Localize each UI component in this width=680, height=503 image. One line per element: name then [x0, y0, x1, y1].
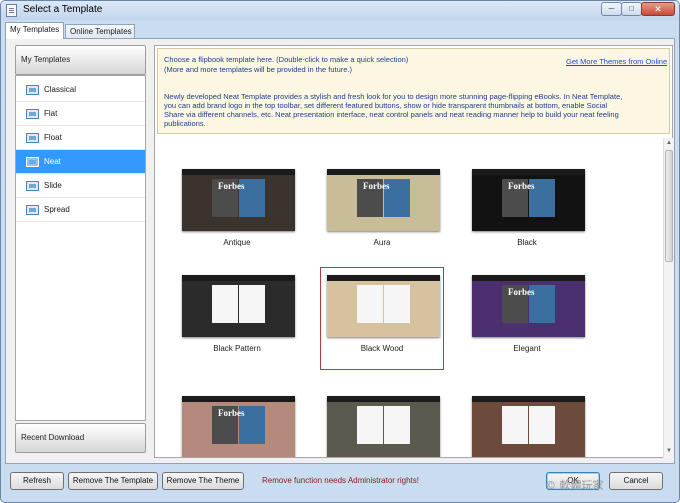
- preview-page: [502, 406, 528, 444]
- cover-title: Forbes: [218, 181, 245, 191]
- template-thumb-row3-3[interactable]: [465, 388, 589, 458]
- vertical-scrollbar[interactable]: ▲ ▼: [663, 138, 673, 458]
- remove-template-button[interactable]: Remove The Template: [68, 472, 158, 490]
- document-icon: [6, 4, 17, 17]
- preview-toolbar: [472, 169, 585, 175]
- info-desc-2: you can add brand logo in the top toolba…: [164, 101, 608, 110]
- template-preview: [327, 275, 440, 337]
- category-item-classical[interactable]: Classical: [16, 78, 145, 102]
- preview-page: [357, 285, 383, 323]
- cover-title: Forbes: [508, 287, 535, 297]
- info-box: Choose a flipbook template here. (Double…: [157, 48, 670, 134]
- template-preview: [472, 396, 585, 457]
- refresh-button[interactable]: Refresh: [10, 472, 64, 490]
- tab-panel: My Templates Classical Flat Float Neat S…: [5, 38, 675, 464]
- admin-rights-note: Remove function needs Administrator righ…: [262, 476, 419, 485]
- category-item-neat[interactable]: Neat: [16, 150, 145, 174]
- category-label: Classical: [44, 85, 77, 94]
- template-name: Antique: [223, 238, 251, 247]
- minimize-button[interactable]: ─: [601, 2, 622, 16]
- cover-title: Forbes: [363, 181, 390, 191]
- info-desc-1: Newly developed Neat Template provides a…: [164, 92, 623, 101]
- preview-toolbar: [472, 396, 585, 402]
- scroll-up-icon[interactable]: ▲: [665, 138, 673, 148]
- preview-toolbar: [182, 275, 295, 281]
- tab-my-templates[interactable]: My Templates: [5, 22, 64, 39]
- title-bar: Select a Template ─ □ ✕: [1, 1, 679, 20]
- category-panel: My Templates Classical Flat Float Neat S…: [15, 45, 147, 455]
- window-title: Select a Template: [23, 4, 103, 15]
- maximize-button[interactable]: □: [621, 2, 642, 16]
- template-thumb-black-pattern[interactable]: Black Pattern: [175, 267, 299, 370]
- template-name: Black: [517, 238, 537, 247]
- template-name: Black Pattern: [213, 344, 261, 353]
- preview-toolbar: [327, 275, 440, 281]
- info-desc-4: publications.: [164, 119, 206, 128]
- template-thumb-row3-1[interactable]: Forbes: [175, 388, 299, 458]
- template-preview: Forbes: [182, 169, 295, 231]
- template-preview: [182, 275, 295, 337]
- template-thumb-black[interactable]: Forbes Black: [465, 161, 589, 264]
- cover-title: Forbes: [508, 181, 535, 191]
- template-thumb-antique[interactable]: Forbes Antique: [175, 161, 299, 264]
- preview-toolbar: [182, 396, 295, 402]
- dialog-footer: Refresh Remove The Template Remove The T…: [5, 466, 675, 498]
- template-icon: [26, 157, 39, 167]
- template-content: Choose a flipbook template here. (Double…: [154, 45, 673, 458]
- preview-page: [212, 285, 238, 323]
- my-templates-header[interactable]: My Templates: [15, 45, 146, 75]
- template-name: Black Wood: [360, 344, 404, 353]
- category-label: Spread: [44, 205, 70, 214]
- template-name: Aura: [373, 238, 391, 247]
- category-item-flat[interactable]: Flat: [16, 102, 145, 126]
- preview-page: [239, 285, 265, 323]
- cover-title: Forbes: [218, 408, 245, 418]
- category-item-slide[interactable]: Slide: [16, 174, 145, 198]
- category-item-spread[interactable]: Spread: [16, 198, 145, 222]
- preview-page: [357, 406, 383, 444]
- cancel-button[interactable]: Cancel: [609, 472, 663, 490]
- template-preview: Forbes: [182, 396, 295, 457]
- template-thumb-aura[interactable]: Forbes Aura: [320, 161, 444, 264]
- info-line-1: Choose a flipbook template here. (Double…: [164, 55, 409, 64]
- info-line-2: (More and more templates will be provide…: [164, 65, 353, 74]
- template-name: Elegant: [513, 344, 541, 353]
- category-list: Classical Flat Float Neat Slide Spread: [15, 75, 146, 421]
- recent-download-button[interactable]: Recent Download: [15, 423, 146, 453]
- template-preview: Forbes: [472, 169, 585, 231]
- remove-theme-button[interactable]: Remove The Theme: [162, 472, 244, 490]
- get-more-themes-link[interactable]: Get More Themes from Online: [566, 57, 667, 66]
- select-template-window: Select a Template ─ □ ✕ My Templates Onl…: [0, 0, 680, 503]
- template-icon: [26, 85, 39, 95]
- preview-toolbar: [472, 275, 585, 281]
- preview-page: [384, 285, 410, 323]
- scroll-thumb[interactable]: [665, 150, 673, 262]
- template-thumb-black-wood[interactable]: Black Wood: [320, 267, 444, 370]
- close-button[interactable]: ✕: [641, 2, 675, 16]
- template-thumb-elegant[interactable]: Forbes Elegant: [465, 267, 589, 370]
- category-label: Neat: [44, 157, 61, 166]
- info-desc-3: Share via different channels, etc. Neat …: [164, 110, 619, 119]
- preview-toolbar: [182, 169, 295, 175]
- template-icon: [26, 109, 39, 119]
- template-thumb-row3-2[interactable]: [320, 388, 444, 458]
- template-icon: [26, 181, 39, 191]
- category-label: Float: [44, 133, 62, 142]
- category-label: Flat: [44, 109, 58, 118]
- template-preview: Forbes: [472, 275, 585, 337]
- template-preview: Forbes: [327, 169, 440, 231]
- preview-toolbar: [327, 169, 440, 175]
- watermark-text: © 軟體玩家: [545, 479, 604, 492]
- category-item-float[interactable]: Float: [16, 126, 145, 150]
- category-label: Slide: [44, 181, 62, 190]
- template-icon: [26, 205, 39, 215]
- scroll-down-icon[interactable]: ▼: [665, 446, 673, 456]
- preview-toolbar: [327, 396, 440, 402]
- template-icon: [26, 133, 39, 143]
- preview-page: [384, 406, 410, 444]
- tab-online-templates[interactable]: Online Templates: [65, 24, 135, 39]
- preview-page: [529, 406, 555, 444]
- template-preview: [327, 396, 440, 457]
